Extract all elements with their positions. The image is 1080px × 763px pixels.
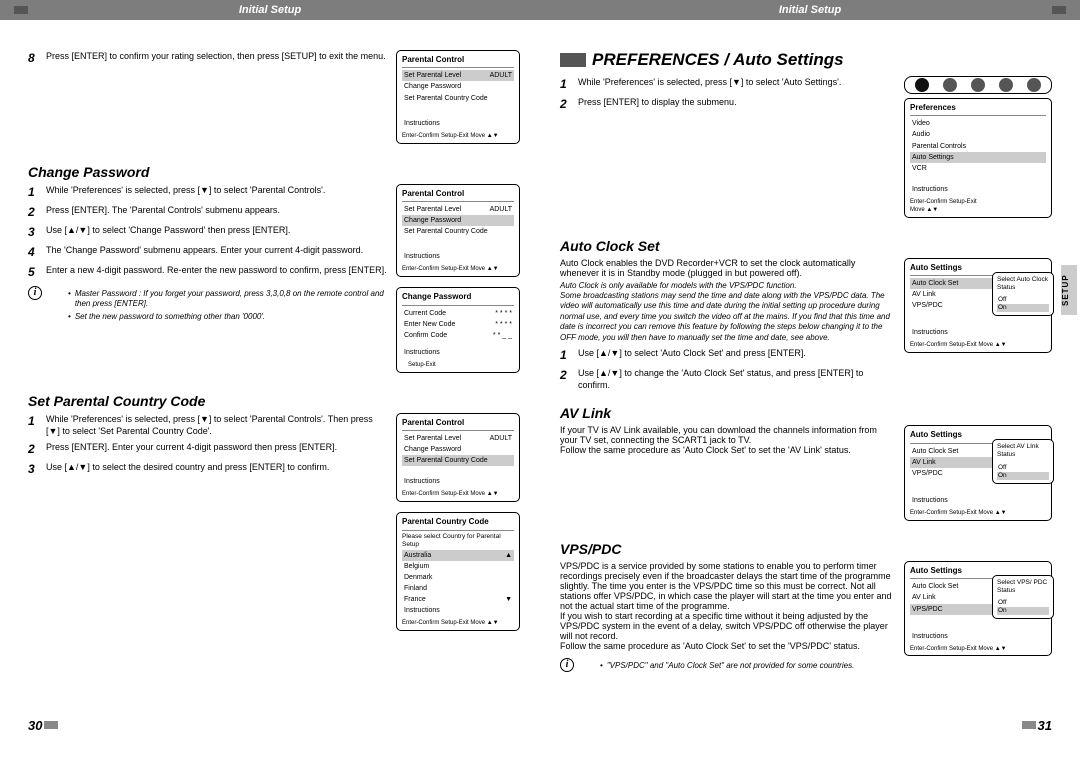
osd-icon-row bbox=[904, 76, 1052, 94]
brain-icon bbox=[971, 78, 985, 92]
heading-avlink: AV Link bbox=[560, 405, 1052, 421]
spcc-step-1: While 'Preferences' is selected, press [… bbox=[46, 413, 388, 437]
osd-title: Parental Control bbox=[402, 418, 514, 428]
osd-change-password: Change Password Current Code* * * * Ente… bbox=[396, 287, 520, 373]
accent-block bbox=[14, 6, 28, 14]
cpw-step-4: The 'Change Password' submenu appears. E… bbox=[46, 244, 388, 260]
step-num: 8 bbox=[28, 50, 40, 66]
osd-parental-control-2: Parental Control Set Parental LevelADULT… bbox=[396, 184, 520, 278]
page-right: PREFERENCES / Auto Settings 1While 'Pref… bbox=[540, 50, 1080, 743]
info-icon: i bbox=[28, 286, 42, 300]
intro-step-2: Press [ENTER] to display the submenu. bbox=[578, 96, 896, 112]
page-number-right: 31 bbox=[1038, 718, 1052, 733]
cpw-note-1: Master Password : If you forget your pas… bbox=[68, 289, 388, 311]
section-title: PREFERENCES / Auto Settings bbox=[560, 50, 1052, 70]
up-arrow-icon: ▲ bbox=[505, 551, 512, 560]
down-arrow-icon: ▼ bbox=[505, 595, 512, 604]
cpw-note-2: Set the new password to something other … bbox=[68, 312, 388, 323]
page-number-left: 30 bbox=[28, 718, 42, 733]
osd-title: Parental Control bbox=[402, 55, 514, 65]
rec-icon bbox=[943, 78, 957, 92]
accent-block bbox=[1052, 6, 1066, 14]
cpw-step-3: Use [▲/▼] to select 'Change Password' th… bbox=[46, 224, 388, 240]
heading-spcc: Set Parental Country Code bbox=[28, 393, 520, 409]
header-bar: Initial Setup Initial Setup bbox=[0, 0, 1080, 20]
title-accent bbox=[560, 53, 586, 67]
page-spread: Initial Setup Initial Setup 8 Press [ENT… bbox=[0, 0, 1080, 763]
header-right-text: Initial Setup bbox=[779, 4, 841, 16]
osd-title: Preferences bbox=[910, 103, 1046, 113]
spcc-step-3: Use [▲/▼] to select the desired country … bbox=[46, 461, 388, 477]
osd-parental-control-1: Parental Control Set Parental LevelADULT… bbox=[396, 50, 520, 144]
setup-side-tab: SETUP bbox=[1061, 265, 1077, 315]
gear-icon bbox=[999, 78, 1013, 92]
cpw-step-5: Enter a new 4-digit password. Re-enter t… bbox=[46, 264, 388, 280]
submenu-acs: Select Auto Clock Status Off On bbox=[992, 272, 1054, 317]
page-num-accent bbox=[44, 721, 58, 729]
submenu-avlink: Select AV LInk Status Off On bbox=[992, 439, 1054, 484]
submenu-vpspdc: Select VPS/ PDC Status Off On bbox=[992, 575, 1054, 620]
osd-title: Parental Control bbox=[402, 189, 514, 199]
acs-step-2: Use [▲/▼] to change the 'Auto Clock Set'… bbox=[578, 367, 896, 391]
header-left-text: Initial Setup bbox=[239, 4, 301, 16]
spcc-step-2: Press [ENTER]. Enter your current 4-digi… bbox=[46, 441, 388, 457]
cpw-step-1: While 'Preferences' is selected, press [… bbox=[46, 184, 388, 200]
step-8: 8 Press [ENTER] to confirm your rating s… bbox=[28, 50, 388, 66]
osd-preferences: Preferences Video Audio Parental Control… bbox=[904, 98, 1052, 218]
vpspdc-para: VPS/PDC is a service provided by some st… bbox=[560, 561, 896, 651]
step-text: Press [ENTER] to confirm your rating sel… bbox=[46, 50, 388, 66]
osd-title: Change Password bbox=[402, 292, 514, 302]
avlink-para: If your TV is AV Link available, you can… bbox=[560, 425, 896, 455]
page-num-accent bbox=[1022, 721, 1036, 729]
cpw-step-2: Press [ENTER]. The 'Parental Controls' s… bbox=[46, 204, 388, 220]
osd-country-code: Parental Country Code Please select Coun… bbox=[396, 512, 520, 631]
osd-parental-control-3: Parental Control Set Parental LevelADULT… bbox=[396, 413, 520, 503]
intro-step-1: While 'Preferences' is selected, press [… bbox=[578, 76, 896, 92]
acs-para: Auto Clock enables the DVD Recorder+VCR … bbox=[560, 258, 896, 278]
header-left: Initial Setup bbox=[0, 0, 540, 20]
osd-title: Parental Country Code bbox=[402, 517, 514, 527]
header-right: Initial Setup bbox=[540, 0, 1080, 20]
acs-italic-note: Auto Clock is only available for models … bbox=[560, 281, 896, 343]
vpspdc-note: "VPS/PDC" and "Auto Clock Set" are not p… bbox=[600, 661, 854, 672]
pages: 8 Press [ENTER] to confirm your rating s… bbox=[0, 20, 1080, 743]
tv-icon bbox=[1027, 78, 1041, 92]
info-icon: i bbox=[560, 658, 574, 672]
heading-change-password: Change Password bbox=[28, 164, 520, 180]
heading-acs: Auto Clock Set bbox=[560, 238, 1052, 254]
acs-step-1: Use [▲/▼] to select 'Auto Clock Set' and… bbox=[578, 347, 896, 363]
heading-vpspdc: VPS/PDC bbox=[560, 541, 1052, 557]
page-left: 8 Press [ENTER] to confirm your rating s… bbox=[0, 50, 540, 743]
globe-icon bbox=[915, 78, 929, 92]
